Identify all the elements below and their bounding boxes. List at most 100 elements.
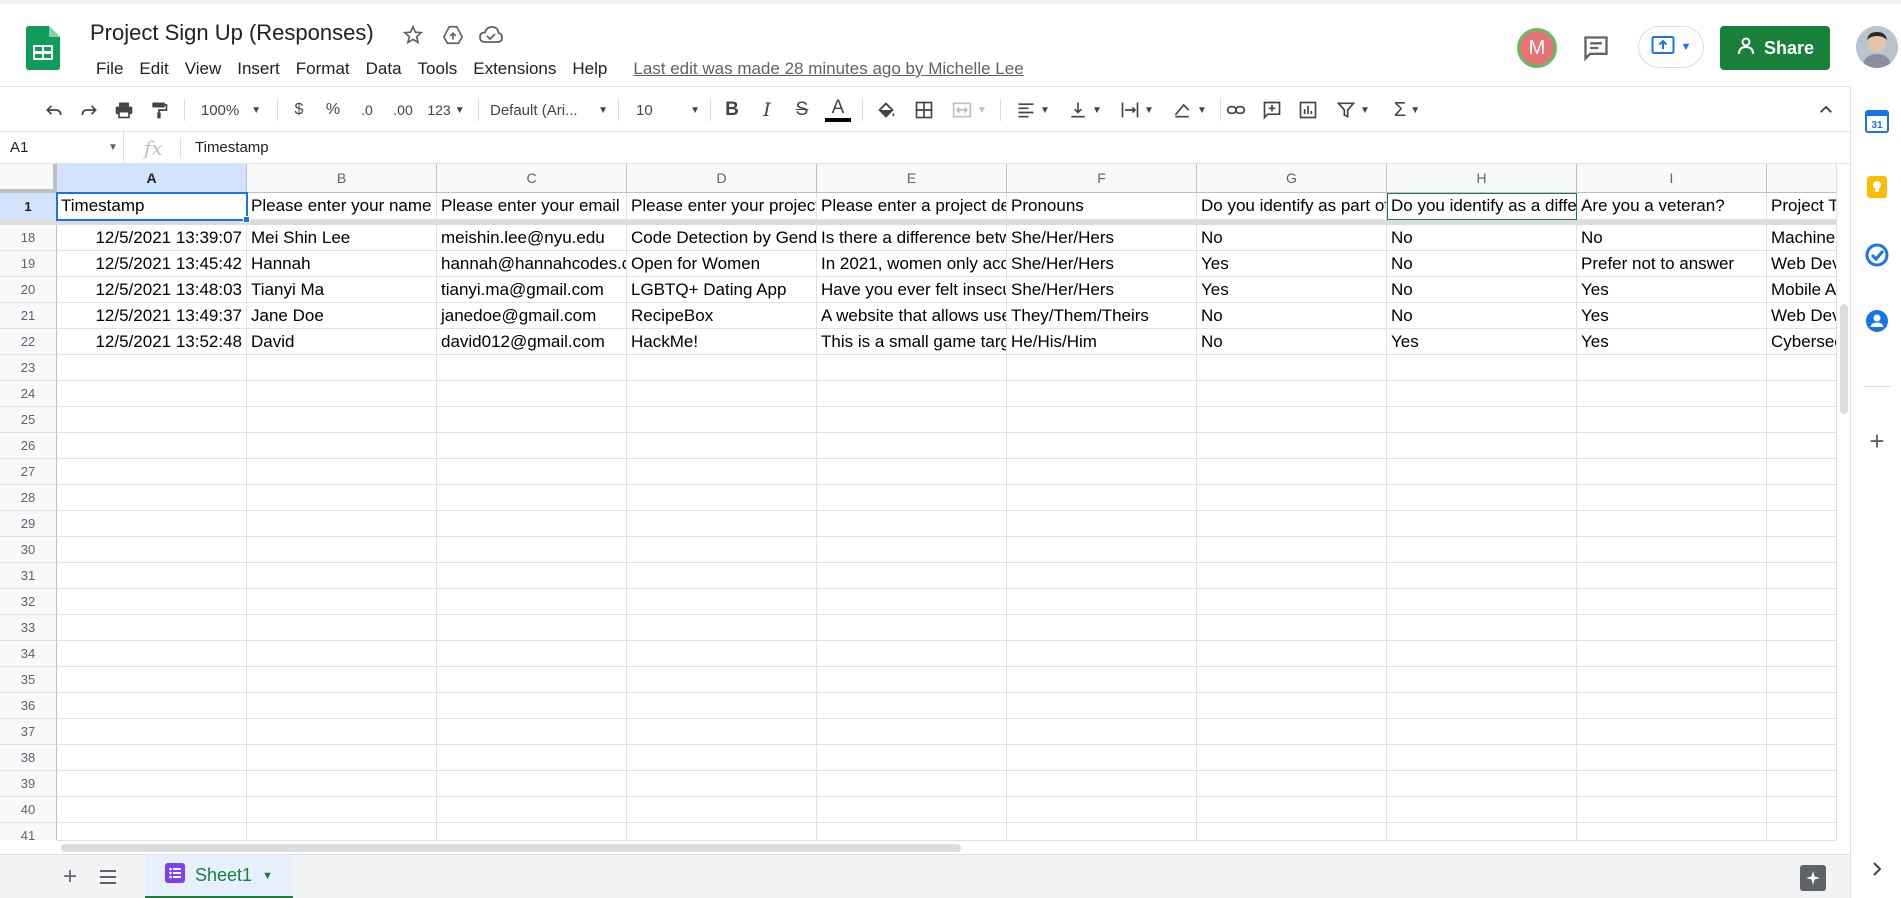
cell[interactable]: Yes xyxy=(1577,277,1767,303)
cell[interactable] xyxy=(57,719,247,745)
cell[interactable]: hannah@hannahcodes.c xyxy=(437,251,627,277)
cell[interactable] xyxy=(57,433,247,459)
cell[interactable] xyxy=(1387,537,1577,563)
cell[interactable] xyxy=(437,485,627,511)
increase-decimal-button[interactable]: .00 xyxy=(388,95,418,125)
formula-input[interactable]: Timestamp xyxy=(195,139,269,156)
row-header[interactable]: 27 xyxy=(0,459,57,485)
cell[interactable] xyxy=(1577,563,1767,589)
cell[interactable] xyxy=(57,771,247,797)
horizontal-scroll-thumb[interactable] xyxy=(61,844,961,852)
cell[interactable] xyxy=(1767,641,1836,667)
cell[interactable]: LGBTQ+ Dating App xyxy=(627,277,817,303)
cell[interactable] xyxy=(817,433,1007,459)
cell[interactable] xyxy=(1387,407,1577,433)
cell[interactable] xyxy=(1767,407,1836,433)
cell[interactable]: Yes xyxy=(1577,303,1767,329)
cell[interactable] xyxy=(247,641,437,667)
cell[interactable] xyxy=(1577,693,1767,719)
cell[interactable] xyxy=(247,719,437,745)
cell[interactable] xyxy=(817,459,1007,485)
cell[interactable]: This is a small game targ xyxy=(817,329,1007,355)
cell[interactable]: Machine L xyxy=(1767,225,1836,251)
column-header-d[interactable]: D xyxy=(627,164,817,193)
chevron-down-icon[interactable]: ▼ xyxy=(108,142,118,153)
row-header[interactable]: 25 xyxy=(0,407,57,433)
horizontal-scrollbar[interactable] xyxy=(57,840,1836,854)
row-header[interactable]: 33 xyxy=(0,615,57,641)
cell[interactable] xyxy=(57,407,247,433)
cell[interactable] xyxy=(1007,823,1197,840)
cell[interactable] xyxy=(1767,485,1836,511)
cell[interactable] xyxy=(627,381,817,407)
undo-icon[interactable] xyxy=(40,95,68,125)
cell[interactable]: meishin.lee@nyu.edu xyxy=(437,225,627,251)
strikethrough-icon[interactable]: S xyxy=(788,95,816,125)
cell[interactable] xyxy=(247,537,437,563)
explore-icon[interactable] xyxy=(1800,865,1826,891)
text-color-icon[interactable]: A xyxy=(823,95,853,125)
cell[interactable] xyxy=(57,485,247,511)
vertical-align-icon[interactable]: ▼ xyxy=(1062,95,1108,125)
row-header[interactable]: 23 xyxy=(0,355,57,381)
hide-side-panel-icon[interactable] xyxy=(1864,856,1890,882)
cell[interactable] xyxy=(627,771,817,797)
cell[interactable] xyxy=(1577,797,1767,823)
cell[interactable] xyxy=(1767,615,1836,641)
cell[interactable] xyxy=(57,537,247,563)
cell[interactable]: Web Deve xyxy=(1767,251,1836,277)
cell[interactable] xyxy=(247,589,437,615)
cell[interactable]: 12/5/2021 13:45:42 xyxy=(57,251,247,277)
column-header-a[interactable]: A xyxy=(57,164,247,193)
cell[interactable] xyxy=(817,615,1007,641)
menu-extensions[interactable]: Extensions xyxy=(465,57,564,81)
cell[interactable] xyxy=(437,563,627,589)
cell[interactable] xyxy=(57,563,247,589)
menu-file[interactable]: File xyxy=(88,57,131,81)
row-header[interactable]: 29 xyxy=(0,511,57,537)
cell[interactable] xyxy=(1767,355,1836,381)
cell[interactable] xyxy=(1197,745,1387,771)
cell[interactable] xyxy=(1387,771,1577,797)
cell[interactable] xyxy=(1387,823,1577,840)
cell[interactable] xyxy=(1387,563,1577,589)
cell[interactable]: Please enter your email xyxy=(437,193,627,220)
cell[interactable] xyxy=(817,355,1007,381)
cell[interactable] xyxy=(1197,719,1387,745)
cell[interactable] xyxy=(1007,745,1197,771)
sheets-logo-icon[interactable] xyxy=(26,26,60,70)
row-header[interactable]: 19 xyxy=(0,251,57,277)
cell[interactable]: Web Deve xyxy=(1767,303,1836,329)
cell[interactable] xyxy=(1197,355,1387,381)
cell[interactable]: Do you identify as a diffe xyxy=(1387,193,1577,220)
insert-chart-icon[interactable] xyxy=(1294,95,1322,125)
cell[interactable] xyxy=(1767,745,1836,771)
share-button[interactable]: Share xyxy=(1720,26,1830,70)
cell[interactable] xyxy=(1387,745,1577,771)
cell[interactable] xyxy=(247,771,437,797)
cell[interactable]: Tianyi Ma xyxy=(247,277,437,303)
cell[interactable]: They/Them/Theirs xyxy=(1007,303,1197,329)
cell[interactable]: Do you identify as part of xyxy=(1197,193,1387,220)
tasks-icon[interactable] xyxy=(1864,242,1890,268)
cell[interactable] xyxy=(247,485,437,511)
cell[interactable] xyxy=(627,745,817,771)
calendar-icon[interactable]: 31 xyxy=(1864,108,1890,134)
cell[interactable] xyxy=(57,459,247,485)
cell[interactable]: No xyxy=(1387,225,1577,251)
cell[interactable] xyxy=(1007,667,1197,693)
row-header[interactable]: 40 xyxy=(0,797,57,823)
cell[interactable]: Please enter a project de xyxy=(817,193,1007,220)
cell[interactable] xyxy=(57,797,247,823)
cell[interactable]: No xyxy=(1197,225,1387,251)
cell[interactable]: She/Her/Hers xyxy=(1007,277,1197,303)
cell[interactable] xyxy=(1197,381,1387,407)
cell[interactable] xyxy=(1577,823,1767,840)
cell[interactable]: RecipeBox xyxy=(627,303,817,329)
cell[interactable] xyxy=(1007,771,1197,797)
cell[interactable] xyxy=(1577,537,1767,563)
row-header[interactable]: 30 xyxy=(0,537,57,563)
cell[interactable] xyxy=(1007,693,1197,719)
menu-insert[interactable]: Insert xyxy=(229,57,288,81)
row-header[interactable]: 18 xyxy=(0,225,57,251)
